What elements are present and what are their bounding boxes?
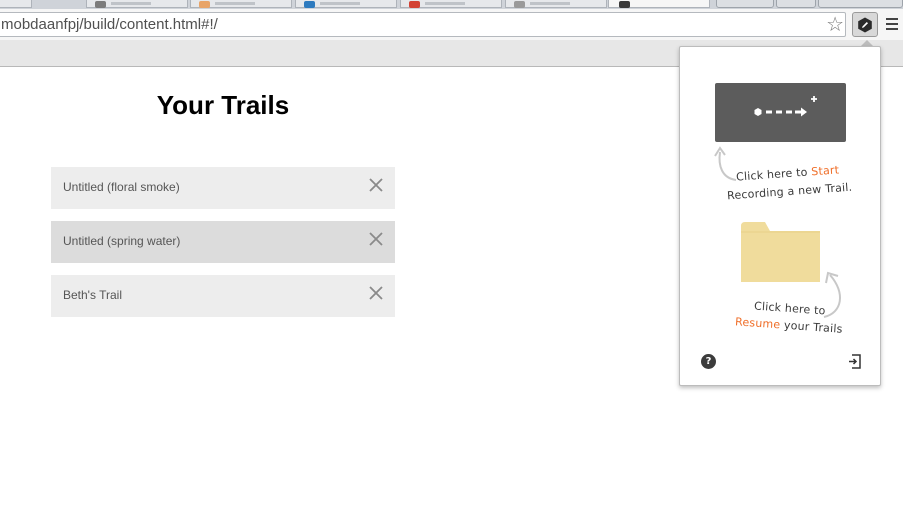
star-icon[interactable]: ☆ [826, 13, 844, 36]
browser-tab[interactable] [0, 0, 32, 8]
trail-item[interactable]: Untitled (floral smoke) [51, 167, 395, 209]
minimize-button[interactable] [716, 0, 774, 8]
browser-tab-active[interactable] [608, 0, 710, 8]
trail-name[interactable]: Beth's Trail [63, 288, 122, 302]
page-title: Your Trails [156, 90, 290, 120]
hamburger-menu-icon[interactable] [886, 14, 900, 34]
trail-name[interactable]: Untitled (floral smoke) [63, 180, 180, 194]
close-icon[interactable] [368, 285, 384, 301]
close-icon[interactable] [368, 177, 384, 193]
address-bar[interactable]: mobdaanfpj/build/content.html#!/ ☆ [0, 12, 846, 37]
close-icon[interactable] [368, 231, 384, 247]
tab-favicon [199, 1, 210, 8]
tab-favicon [304, 1, 315, 8]
tab-favicon [514, 1, 525, 8]
exit-icon[interactable] [848, 354, 862, 369]
start-trail-button[interactable] [715, 83, 846, 142]
trail-name[interactable]: Untitled (spring water) [63, 234, 180, 248]
browser-tab[interactable] [400, 0, 502, 8]
address-bar-url[interactable]: mobdaanfpj/build/content.html#!/ [1, 16, 218, 33]
start-hint-line1: Click here to Start [735, 163, 840, 184]
browser-tab[interactable] [86, 0, 188, 8]
maximize-button[interactable] [776, 0, 816, 8]
trails-pencil-icon [858, 17, 872, 32]
trails-extension-button[interactable] [852, 12, 878, 37]
tab-favicon [95, 1, 106, 8]
start-hint-line2: Recording a new Trail. [726, 180, 853, 203]
trail-item[interactable]: Untitled (spring water) [51, 221, 395, 263]
start-trail-icon [754, 96, 817, 117]
help-icon[interactable]: ? [701, 354, 716, 369]
tab-favicon [409, 1, 420, 8]
browser-tab[interactable] [295, 0, 397, 8]
trail-item[interactable]: Beth's Trail [51, 275, 395, 317]
browser-toolbar: mobdaanfpj/build/content.html#!/ ☆ [0, 9, 903, 40]
tab-favicon [619, 1, 630, 8]
close-window-button[interactable] [818, 0, 903, 8]
trails-popup: Click here to Start Recording a new Trai… [679, 46, 881, 386]
browser-tab[interactable] [190, 0, 292, 8]
folder-icon[interactable] [741, 222, 820, 282]
resume-hint-line1: Click here to [753, 299, 827, 318]
browser-tab[interactable] [505, 0, 607, 8]
tab-strip [0, 0, 903, 9]
